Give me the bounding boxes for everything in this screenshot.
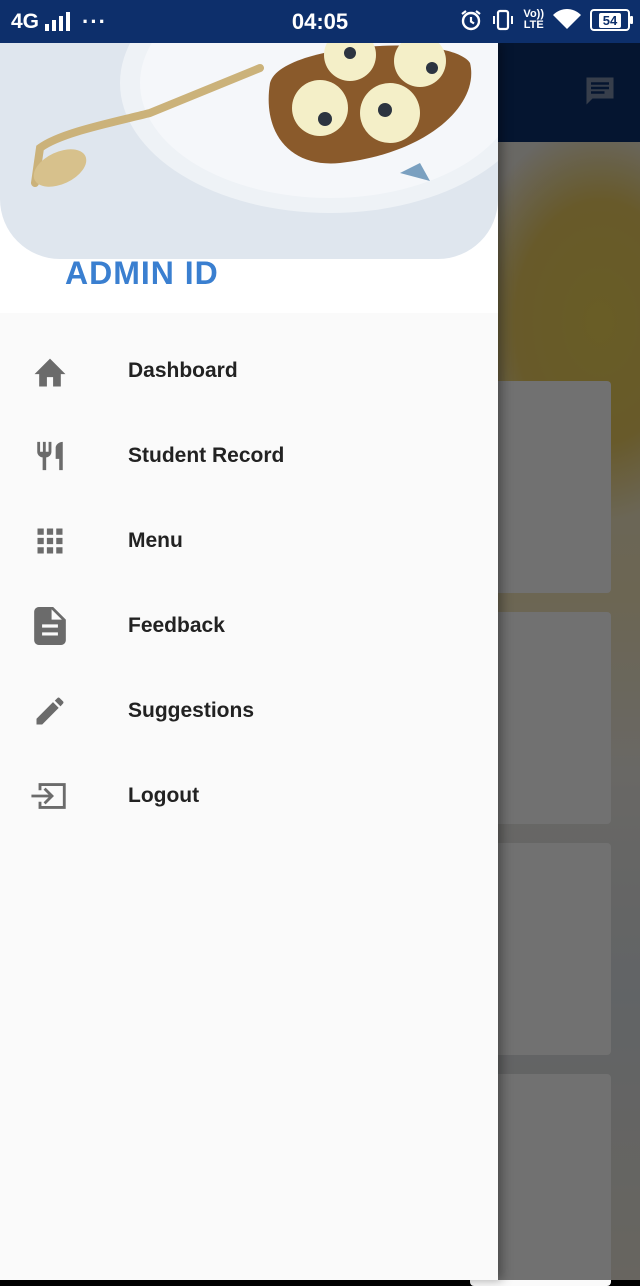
header-food-image [0,43,498,259]
wifi-icon [553,9,581,29]
battery-icon: 54 [590,9,633,31]
admin-id-title: ADMIN ID [65,255,219,291]
menu-label: Menu [128,528,183,552]
navigation-drawer: ADMIN ID Dashboard Student Record Menu F… [0,43,498,1280]
menu-item-feedback[interactable]: Feedback [0,583,498,668]
menu-item-dashboard[interactable]: Dashboard [0,328,498,413]
menu-label: Dashboard [128,358,238,382]
battery-level: 54 [598,12,622,28]
volte-indicator: Vo)) LTE [523,9,544,31]
menu-item-suggestions[interactable]: Suggestions [0,668,498,753]
pencil-icon [30,691,70,731]
fork-knife-icon [30,436,70,476]
menu-label: Student Record [128,443,285,467]
menu-label: Suggestions [128,698,255,722]
menu-item-menu[interactable]: Menu [0,498,498,583]
lte-text: LTE [523,19,544,31]
menu-label: Logout [128,783,200,807]
drawer-menu: Dashboard Student Record Menu Feedback S… [0,328,498,838]
alarm-icon [461,10,482,31]
vibrate-icon [493,9,514,31]
menu-label: Feedback [128,613,225,637]
home-icon [30,351,70,391]
status-right: Vo)) LTE 54 [459,8,633,32]
status-bar: 4G ··· 04:05 Vo)) LTE 54 [0,0,640,43]
drawer-header: ADMIN ID [0,43,498,313]
logout-icon [30,776,70,816]
document-icon [30,606,70,646]
menu-item-student-record[interactable]: Student Record [0,413,498,498]
grid-icon [30,521,70,561]
menu-item-logout[interactable]: Logout [0,753,498,838]
